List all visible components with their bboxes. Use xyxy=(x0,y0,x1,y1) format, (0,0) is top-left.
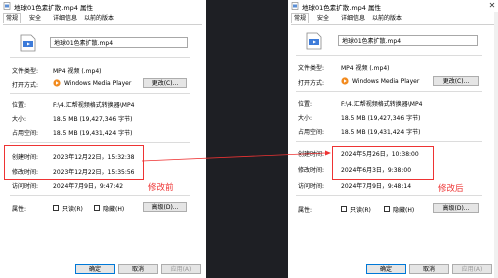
disk-size-label: 占用空间: xyxy=(12,130,39,137)
tab-security[interactable]: 安全 xyxy=(29,14,41,23)
change-button[interactable]: 更改(C)... xyxy=(143,78,187,88)
divider xyxy=(296,141,482,142)
scrollbar[interactable] xyxy=(494,12,498,278)
divider xyxy=(10,57,190,58)
window-title: 地球01色素扩散.mp4 属性 xyxy=(302,4,381,12)
file-type-value: MP4 视频 (.mp4) xyxy=(341,65,390,72)
tab-details[interactable]: 详细信息 xyxy=(53,14,77,23)
highlight-box xyxy=(332,146,434,180)
location-value: F:\4.汇帮视频格式转换器\MP4 xyxy=(341,101,423,108)
disk-size-label: 占用空间: xyxy=(298,129,325,136)
advanced-button[interactable]: 高级(D)... xyxy=(143,202,187,212)
change-button[interactable]: 更改(C)... xyxy=(433,76,479,86)
properties-dialog-before: 地球01色素扩散.mp4 属性 常规 安全 详细信息 以前的版本 地球01色素扩… xyxy=(0,0,206,278)
annotation-after: 修改后 xyxy=(438,184,464,194)
windows-media-player-icon xyxy=(53,79,61,87)
size-label: 大小: xyxy=(298,115,313,122)
divider xyxy=(296,91,482,92)
filename-input[interactable]: 地球01色素扩散.mp4 xyxy=(50,37,188,48)
readonly-label: 只读(R) xyxy=(350,207,371,214)
ok-button[interactable]: 确定 xyxy=(366,264,406,274)
annotation-before: 修改前 xyxy=(148,183,174,193)
accessed-label: 访问时间: xyxy=(298,183,325,190)
tab-general[interactable]: 常规 xyxy=(291,13,310,23)
properties-dialog-after: 地球01色素扩散.mp4 属性 ✕ 常规 安全 详细信息 以前的版本 地球01色… xyxy=(288,0,498,278)
apply-button[interactable]: 应用(A) xyxy=(452,264,492,274)
open-with-value: Windows Media Player xyxy=(64,80,132,87)
disk-size-value: 18.5 MB (19,431,424 字节) xyxy=(53,130,133,137)
advanced-button[interactable]: 高级(D)... xyxy=(433,203,479,213)
location-value: F:\4.汇帮视频格式转换器\MP4 xyxy=(53,102,135,109)
highlight-box xyxy=(4,145,144,180)
hidden-label: 隐藏(H) xyxy=(103,206,125,213)
ok-button[interactable]: 确定 xyxy=(75,264,115,274)
video-file-icon xyxy=(3,2,11,10)
readonly-checkbox[interactable] xyxy=(341,206,347,212)
video-file-icon xyxy=(291,2,299,10)
open-with-value: Windows Media Player xyxy=(352,78,420,85)
tab-details[interactable]: 详细信息 xyxy=(341,14,365,23)
disk-size-value: 18.5 MB (19,431,424 字节) xyxy=(341,129,421,136)
tab-security[interactable]: 安全 xyxy=(317,14,329,23)
open-with-label: 打开方式: xyxy=(298,80,325,87)
file-type-label: 文件类型: xyxy=(12,68,39,75)
accessed-label: 访问时间: xyxy=(12,183,39,190)
video-file-icon xyxy=(20,34,36,52)
cancel-button[interactable]: 取消 xyxy=(409,264,449,274)
created-label: 创建时间: xyxy=(298,151,325,158)
readonly-label: 只读(R) xyxy=(62,206,83,213)
tab-previous-versions[interactable]: 以前的版本 xyxy=(372,14,402,23)
divider xyxy=(10,142,190,143)
file-type-value: MP4 视频 (.mp4) xyxy=(53,68,102,75)
close-icon[interactable]: ✕ xyxy=(486,0,498,11)
location-label: 位置: xyxy=(298,101,313,108)
windows-media-player-icon xyxy=(341,77,349,85)
apply-button[interactable]: 应用(A) xyxy=(161,264,201,274)
size-label: 大小: xyxy=(12,116,27,123)
divider xyxy=(296,195,482,196)
attributes-label: 属性: xyxy=(12,206,27,213)
tab-previous-versions[interactable]: 以前的版本 xyxy=(84,14,114,23)
hidden-checkbox[interactable] xyxy=(94,205,100,211)
open-with-label: 打开方式: xyxy=(12,82,39,89)
hidden-checkbox[interactable] xyxy=(384,206,390,212)
window-title: 地球01色素扩散.mp4 属性 xyxy=(14,4,93,12)
size-value: 18.5 MB (19,427,346 字节) xyxy=(53,116,133,123)
modified-label: 修改时间: xyxy=(298,167,325,174)
tab-divider xyxy=(3,24,202,25)
tab-general[interactable]: 常规 xyxy=(3,13,22,23)
divider xyxy=(10,93,190,94)
hidden-label: 隐藏(H) xyxy=(393,207,415,214)
divider xyxy=(296,55,482,56)
tab-divider xyxy=(291,24,494,25)
cancel-button[interactable]: 取消 xyxy=(118,264,158,274)
video-file-icon xyxy=(306,32,322,50)
filename-input[interactable]: 地球01色素扩散.mp4 xyxy=(338,35,478,46)
attributes-label: 属性: xyxy=(298,207,313,214)
title-bar: 地球01色素扩散.mp4 属性 xyxy=(0,0,206,12)
file-type-label: 文件类型: xyxy=(298,65,325,72)
divider xyxy=(10,195,190,196)
title-bar: 地球01色素扩散.mp4 属性 ✕ xyxy=(288,0,498,12)
accessed-value: 2024年7月9日，9:47:42 xyxy=(53,183,124,190)
accessed-value: 2024年7月9日，9:48:14 xyxy=(341,183,412,190)
size-value: 18.5 MB (19,427,346 字节) xyxy=(341,115,421,122)
location-label: 位置: xyxy=(12,102,27,109)
readonly-checkbox[interactable] xyxy=(53,205,59,211)
